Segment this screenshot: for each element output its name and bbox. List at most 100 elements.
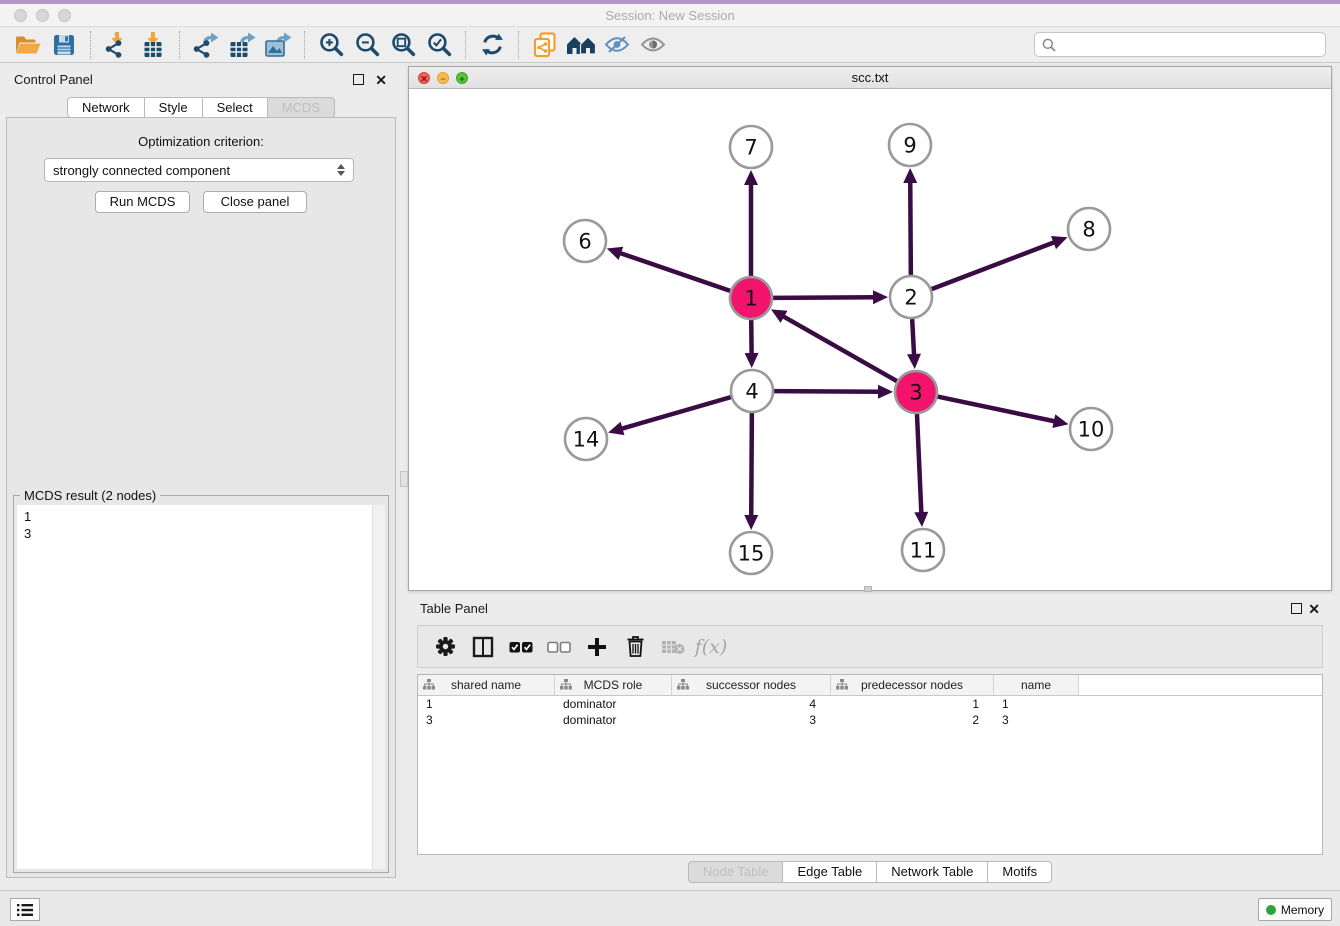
graph-node-7[interactable]: 7: [730, 126, 772, 168]
table-settings-gear-icon[interactable]: [426, 629, 464, 665]
open-session-icon[interactable]: [10, 30, 46, 60]
column-header-mcds-role[interactable]: MCDS role: [555, 675, 672, 695]
table-header-row: shared name MCDS role successor nodes pr…: [418, 675, 1322, 696]
result-scrollbar[interactable]: [372, 505, 385, 869]
graph-node-8[interactable]: 8: [1068, 208, 1110, 250]
mac-minimize-button[interactable]: [36, 9, 49, 22]
column-header-shared-name[interactable]: shared name: [418, 675, 555, 695]
node-table: shared name MCDS role successor nodes pr…: [417, 674, 1323, 855]
save-session-icon[interactable]: [46, 30, 82, 60]
graph-edge-4-14[interactable]: [620, 397, 731, 429]
graph-node-3[interactable]: 3: [895, 371, 937, 413]
memory-label: Memory: [1281, 903, 1324, 917]
tab-node-table[interactable]: Node Table: [688, 861, 784, 883]
delete-table-icon[interactable]: [654, 629, 692, 665]
table-panel-title: Table Panel: [420, 601, 488, 616]
deselect-all-icon[interactable]: [540, 629, 578, 665]
graph-node-9[interactable]: 9: [889, 124, 931, 166]
graph-edge-2-8[interactable]: [932, 241, 1057, 289]
graph-edge-3-10[interactable]: [938, 397, 1057, 422]
tab-style[interactable]: Style: [145, 97, 203, 118]
graph-edge-3-1[interactable]: [781, 315, 896, 381]
mac-zoom-button[interactable]: [58, 9, 71, 22]
float-table-panel-icon[interactable]: [1291, 603, 1302, 614]
clone-network-icon[interactable]: [527, 30, 563, 60]
float-panel-icon[interactable]: [353, 74, 364, 85]
table-cell: 3: [418, 712, 555, 728]
network-minimize-button[interactable]: −: [437, 72, 449, 84]
graph-edge-4-15[interactable]: [751, 413, 752, 518]
graph-node-2[interactable]: 2: [890, 276, 932, 318]
graph-edge-1-2[interactable]: [773, 297, 876, 298]
graph-node-10[interactable]: 10: [1070, 408, 1112, 450]
graph-edge-4-3[interactable]: [774, 391, 881, 392]
memory-button[interactable]: Memory: [1258, 898, 1332, 921]
column-header-name[interactable]: name: [994, 675, 1079, 695]
import-network-icon[interactable]: [99, 30, 135, 60]
close-panel-icon[interactable]: ✕: [375, 72, 387, 89]
graph-node-15[interactable]: 15: [730, 532, 772, 574]
export-network-icon[interactable]: [188, 30, 224, 60]
network-close-button[interactable]: ✕: [418, 72, 430, 84]
hide-unselected-icon[interactable]: [599, 30, 635, 60]
zoom-selected-icon[interactable]: [421, 30, 457, 60]
graph-node-4[interactable]: 4: [731, 370, 773, 412]
table-row[interactable]: 3dominator323: [418, 712, 1322, 728]
add-row-icon[interactable]: [578, 629, 616, 665]
export-image-icon[interactable]: [260, 30, 296, 60]
tab-select[interactable]: Select: [203, 97, 268, 118]
column-header-predecessor-nodes[interactable]: predecessor nodes: [831, 675, 994, 695]
splitter-handle[interactable]: [400, 471, 408, 487]
close-table-panel-icon[interactable]: ✕: [1308, 601, 1320, 618]
control-panel: Control Panel ✕ Network Style Select MCD…: [0, 63, 402, 884]
graph-edge-arrowhead: [873, 290, 888, 304]
table-cell: dominator: [555, 696, 672, 712]
mac-close-button[interactable]: [14, 9, 27, 22]
home-icon[interactable]: [563, 30, 599, 60]
table-row[interactable]: 1dominator411: [418, 696, 1322, 712]
search-input[interactable]: [1061, 37, 1318, 52]
graph-edge-1-6[interactable]: [618, 252, 730, 290]
resize-handle[interactable]: [864, 586, 872, 592]
run-mcds-button[interactable]: Run MCDS: [95, 191, 190, 213]
task-list-button[interactable]: [10, 898, 40, 921]
zoom-out-icon[interactable]: [349, 30, 385, 60]
select-all-icon[interactable]: [502, 629, 540, 665]
import-table-icon[interactable]: [135, 30, 171, 60]
tab-motifs[interactable]: Motifs: [988, 861, 1052, 883]
graph-edge-2-3[interactable]: [912, 319, 914, 357]
result-line: 3: [24, 525, 385, 542]
function-builder-icon[interactable]: f(x): [692, 629, 730, 665]
graph-node-6[interactable]: 6: [564, 220, 606, 262]
tab-edge-table[interactable]: Edge Table: [783, 861, 877, 883]
table-cell: dominator: [555, 712, 672, 728]
zoom-in-icon[interactable]: [313, 30, 349, 60]
zoom-fit-icon[interactable]: [385, 30, 421, 60]
toolbar-separator: [465, 31, 466, 59]
network-window-titlebar[interactable]: ✕ − + scc.txt: [409, 67, 1331, 89]
column-visibility-icon[interactable]: [464, 629, 502, 665]
criterion-value: strongly connected component: [53, 163, 337, 178]
network-graph[interactable]: 7 9 6 8 1 2 4 3 14 10 15 11: [409, 89, 1331, 590]
delete-row-trash-icon[interactable]: [616, 629, 654, 665]
graph-node-11[interactable]: 11: [902, 529, 944, 571]
close-panel-button[interactable]: Close panel: [203, 191, 307, 213]
graph-node-14[interactable]: 14: [565, 418, 607, 460]
export-table-icon[interactable]: [224, 30, 260, 60]
table-cell: 3: [994, 712, 1079, 728]
column-header-successor-nodes[interactable]: successor nodes: [672, 675, 831, 695]
show-eye-icon[interactable]: [635, 30, 671, 60]
refresh-icon[interactable]: [474, 30, 510, 60]
graph-node-1[interactable]: 1: [730, 277, 772, 319]
network-maximize-button[interactable]: +: [456, 72, 468, 84]
search-box[interactable]: [1034, 32, 1326, 57]
criterion-select[interactable]: strongly connected component: [44, 158, 354, 182]
mcds-result-text[interactable]: 13: [17, 505, 385, 869]
graph-edge-3-11[interactable]: [917, 414, 921, 515]
tab-mcds[interactable]: MCDS: [268, 97, 335, 118]
graph-edge-arrowhead: [903, 168, 917, 183]
graph-edge-2-9[interactable]: [910, 180, 911, 275]
table-panel-tabs: Node Table Edge Table Network Table Moti…: [408, 861, 1332, 883]
tab-network-table[interactable]: Network Table: [877, 861, 988, 883]
tab-network[interactable]: Network: [67, 97, 145, 118]
